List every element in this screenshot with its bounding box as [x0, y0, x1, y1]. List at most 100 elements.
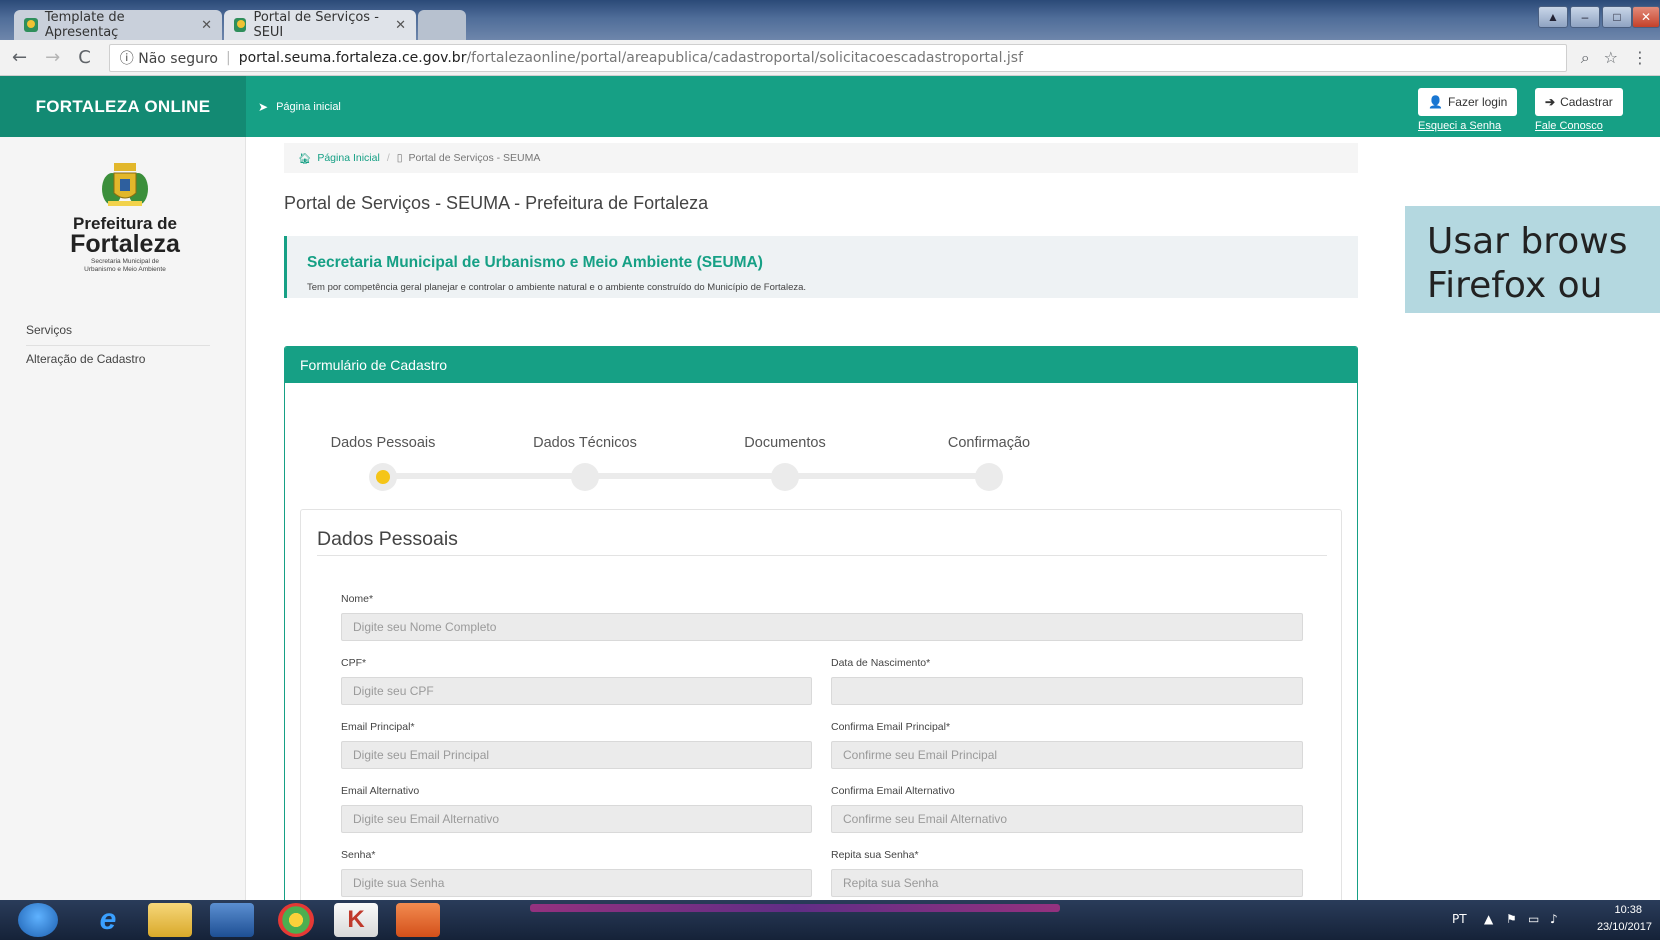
menu-icon[interactable]: ⋮ — [1632, 48, 1648, 67]
volume-icon[interactable]: ♪ — [1550, 912, 1558, 926]
password-label: Senha* — [341, 849, 376, 861]
info-text: Tem por competência geral planejar e con… — [307, 282, 807, 293]
email-input[interactable] — [341, 741, 812, 769]
breadcrumb-home-link[interactable]: Página Inicial — [317, 152, 379, 164]
user-profile-icon[interactable]: ▲ — [1538, 6, 1568, 28]
note-line1: Usar brows — [1427, 221, 1628, 262]
email-alt-label: Email Alternativo — [341, 785, 420, 797]
clock-date[interactable]: 23/10/2017 — [1597, 921, 1652, 933]
sidebar-item-alteracao-cadastro[interactable]: Alteração de Cadastro — [26, 352, 210, 374]
nav-home-link[interactable]: ➤ Página inicial — [258, 76, 341, 137]
browser-tab-template[interactable]: Template de Apresentaç ✕ — [14, 10, 222, 40]
step-label: Dados Pessoais — [330, 435, 436, 451]
contact-link[interactable]: Fale Conosco — [1535, 120, 1603, 132]
birthdate-input[interactable] — [831, 677, 1303, 705]
step-indicator — [571, 463, 599, 491]
step-track — [383, 473, 983, 479]
home-icon: 🏠︎ — [298, 152, 312, 165]
internet-explorer-icon[interactable]: e — [86, 903, 130, 937]
favicon-icon — [24, 18, 38, 32]
password-input[interactable] — [341, 869, 812, 897]
password-confirm-label: Repita sua Senha* — [831, 849, 919, 861]
login-label: Fazer login — [1447, 95, 1508, 109]
info-title: Secretaria Municipal de Urbanismo e Meio… — [307, 254, 763, 271]
close-tab-icon[interactable]: ✕ — [395, 18, 406, 33]
taskbar-highlight — [530, 904, 1060, 912]
zoom-icon[interactable]: ⌕ — [1581, 48, 1590, 68]
breadcrumb: 🏠︎ Página Inicial / ▯ Portal de Serviços… — [284, 143, 1358, 173]
network-icon[interactable]: ▭ — [1528, 912, 1539, 926]
breadcrumb-separator: / — [386, 152, 390, 164]
tray-expand-icon[interactable]: ▲ — [1484, 912, 1493, 926]
register-label: Cadastrar — [1560, 95, 1613, 109]
step-dados-pessoais[interactable]: Dados Pessoais — [303, 435, 463, 491]
nome-input[interactable] — [341, 613, 1303, 641]
email-alt-confirm-input[interactable] — [831, 805, 1303, 833]
app-header: FORTALEZA ONLINE ➤ Página inicial 👤 Faze… — [0, 76, 1660, 137]
nav-home-label: Página inicial — [276, 100, 341, 113]
bookmark-star-icon[interactable]: ☆ — [1604, 48, 1618, 67]
tab-title: Template de Apresentaç — [44, 10, 125, 40]
presentation-app-icon[interactable] — [396, 903, 440, 937]
page-icon: ▯ — [396, 152, 403, 164]
os-taskbar: e K PT ▲ ⚑ ▭ ♪ 10:38 23/10/2017 — [0, 900, 1660, 940]
cpf-input[interactable] — [341, 677, 812, 705]
registration-form-panel: Formulário de Cadastro Dados Pessoais Da… — [284, 346, 1358, 906]
login-button[interactable]: 👤 Fazer login — [1418, 88, 1518, 116]
file-explorer-icon[interactable] — [148, 903, 192, 937]
brand-title[interactable]: FORTALEZA ONLINE — [0, 76, 246, 137]
close-tab-icon[interactable]: ✕ — [201, 18, 212, 33]
browser-recommendation-note: Usar brows Firefox ou — [1405, 206, 1660, 313]
birthdate-label: Data de Nascimento* — [831, 657, 931, 669]
url-host: portal.seuma.fortaleza.ce.gov.br — [238, 49, 467, 66]
personal-data-card: Dados Pessoais Nome* CPF* Data de Nascim… — [300, 509, 1342, 905]
reload-icon[interactable]: C — [78, 47, 91, 68]
arrow-right-icon: ➔ — [1545, 95, 1556, 109]
kaspersky-icon[interactable]: K — [334, 903, 378, 937]
email-confirm-input[interactable] — [831, 741, 1303, 769]
step-indicator — [975, 463, 1003, 491]
start-button-icon[interactable] — [18, 903, 58, 937]
action-center-icon[interactable]: ⚑ — [1506, 912, 1517, 926]
maximize-icon[interactable]: □ — [1602, 6, 1632, 28]
secretaria-info-box: Secretaria Municipal de Urbanismo e Meio… — [284, 236, 1358, 298]
back-icon[interactable]: ← — [12, 47, 27, 68]
new-tab-button[interactable] — [418, 10, 466, 40]
security-indicator[interactable]: ⓘ Não seguro — [120, 48, 218, 68]
email-alt-confirm-label: Confirma Email Alternativo — [831, 785, 955, 797]
email-confirm-label: Confirma Email Principal* — [831, 721, 951, 733]
chrome-icon[interactable] — [278, 903, 314, 937]
step-label: Documentos — [744, 435, 826, 451]
language-indicator[interactable]: PT — [1452, 912, 1467, 926]
city-logo[interactable]: Prefeitura de Fortaleza Secretaria Munic… — [60, 155, 190, 274]
password-confirm-input[interactable] — [831, 869, 1303, 897]
logo-subtitle-line1: Secretaria Municipal de — [91, 258, 159, 265]
note-line2: Firefox ou — [1427, 265, 1603, 306]
step-indicator-active — [369, 463, 397, 491]
url-input[interactable]: ⓘ Não seguro | portal.seuma.fortaleza.ce… — [108, 43, 1567, 72]
address-bar: ← → C ⓘ Não seguro | portal.seuma.fortal… — [0, 40, 1660, 76]
coat-of-arms-icon — [100, 155, 150, 211]
page-title: Portal de Serviços - SEUMA - Prefeitura … — [284, 193, 709, 213]
url-path: /fortalezaonline/portal/areapublica/cada… — [466, 49, 1024, 66]
email-alt-input[interactable] — [341, 805, 812, 833]
minimize-icon[interactable]: – — [1570, 6, 1600, 28]
register-button[interactable]: ➔ Cadastrar — [1535, 88, 1623, 116]
step-confirmacao[interactable]: Confirmação — [909, 435, 1069, 491]
step-dados-tecnicos[interactable]: Dados Técnicos — [505, 435, 665, 491]
step-documentos[interactable]: Documentos — [705, 435, 865, 491]
forgot-password-link[interactable]: Esqueci a Senha — [1418, 120, 1501, 132]
sidebar-item-servicos[interactable]: Serviços — [26, 323, 210, 346]
step-indicator — [771, 463, 799, 491]
breadcrumb-current: Portal de Serviços - SEUMA — [408, 152, 541, 164]
favicon-icon — [234, 18, 247, 32]
step-label: Dados Técnicos — [533, 435, 637, 451]
forward-icon[interactable]: → — [45, 47, 60, 68]
media-player-icon[interactable] — [210, 903, 254, 937]
clock-time[interactable]: 10:38 — [1614, 904, 1642, 916]
logo-title-line2: Fortaleza — [70, 230, 180, 258]
pin-icon: ➤ — [258, 99, 269, 114]
form-header: Formulário de Cadastro — [285, 347, 1357, 383]
close-window-icon[interactable]: ✕ — [1632, 6, 1660, 28]
browser-tab-portal[interactable]: Portal de Serviços - SEUI ✕ — [224, 10, 416, 40]
